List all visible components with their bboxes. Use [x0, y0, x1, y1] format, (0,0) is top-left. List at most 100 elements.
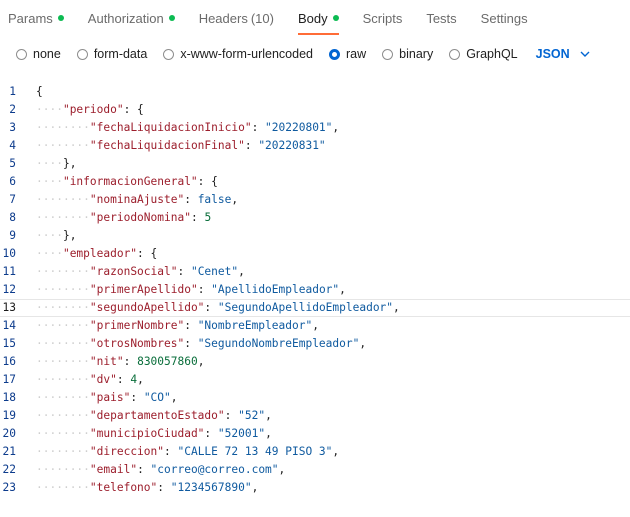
code-token: , — [238, 265, 245, 278]
code-token: "segundoApellido" — [89, 301, 205, 314]
code-token: "Cenet" — [190, 265, 239, 278]
code-token: "nit" — [89, 355, 124, 368]
code-token: "empleador" — [62, 247, 138, 260]
code-token: , — [137, 373, 144, 386]
code-token: "SegundoApellidoEmpleador" — [217, 301, 394, 314]
code-text: ········"primerApellido": "ApellidoEmple… — [36, 281, 630, 299]
code-token: : — [190, 211, 205, 224]
code-line[interactable]: 23 ········"telefono": "1234567890", — [0, 479, 630, 497]
code-line[interactable]: 20 ········"municipioCiudad": "52001", — [0, 425, 630, 443]
code-line[interactable]: 15 ········"otrosNombres": "SegundoNombre… — [0, 335, 630, 353]
code-token: : — [184, 319, 198, 332]
body-option-urlencoded[interactable]: x-www-form-urlencoded — [163, 47, 313, 61]
code-token: : { — [123, 103, 144, 116]
radio-selected-icon[interactable] — [329, 48, 340, 60]
body-option-form-data[interactable]: form-data — [76, 47, 148, 61]
indent-guide: ···· — [62, 121, 90, 134]
radio-icon[interactable] — [16, 48, 27, 60]
code-text: ········"departamentoEstado": "52", — [36, 407, 630, 425]
code-editor[interactable]: 1{2 ····"periodo": {3 ········"fechaLiquid… — [0, 83, 630, 517]
indent-guide: ···· — [62, 373, 90, 386]
line-number: 17 — [2, 373, 16, 386]
code-text: ········"email": "correo@correo.com", — [36, 461, 630, 479]
code-token: "SegundoNombreEmpleador" — [197, 337, 360, 350]
code-line[interactable]: 4 ········"fechaLiquidacionFinal": "20220… — [0, 137, 630, 155]
body-option-graphql[interactable]: GraphQL — [449, 47, 518, 61]
code-token: "email" — [89, 463, 138, 476]
radio-icon[interactable] — [76, 48, 88, 60]
code-line[interactable]: 10 ····"empleador": { — [0, 245, 630, 263]
body-type-options: none form-data x-www-form-urlencoded raw… — [0, 36, 630, 72]
code-line[interactable]: 3 ········"fechaLiquidacionInicio": "2022… — [0, 119, 630, 137]
code-line[interactable]: 13 ········"segundoApellido": "SegundoApe… — [0, 299, 630, 317]
code-token: : — [157, 481, 171, 494]
code-text: ········"nit": 830057860, — [36, 353, 630, 371]
status-dot-icon — [57, 15, 64, 21]
line-number: 15 — [2, 337, 16, 350]
code-line[interactable]: 8 ········"periodoNomina": 5 — [0, 209, 630, 227]
tab-body[interactable]: Body — [286, 0, 351, 36]
indent-guide: ···· — [36, 319, 63, 332]
indent-guide: ···· — [62, 463, 90, 476]
code-line[interactable]: 17 ········"dv": 4, — [0, 371, 630, 389]
language-select[interactable]: JSON — [536, 47, 590, 61]
indent-guide: ···· — [36, 211, 63, 224]
code-token: , — [339, 283, 346, 296]
tab-authorization[interactable]: Authorization — [76, 0, 187, 36]
code-line[interactable]: 7 ········"nominaAjuste": false, — [0, 191, 630, 209]
line-number: 16 — [2, 355, 16, 368]
tab-label: Scripts — [362, 10, 403, 26]
code-text: ····"periodo": { — [36, 101, 630, 119]
code-text: ········"segundoApellido": "SegundoApell… — [36, 299, 630, 317]
indent-guide: ···· — [36, 139, 63, 152]
code-line[interactable]: 18 ········"pais": "CO", — [0, 389, 630, 407]
code-token: : — [137, 463, 151, 476]
code-line[interactable]: 19 ········"departamentoEstado": "52", — [0, 407, 630, 425]
body-option-none[interactable]: none — [16, 47, 61, 61]
body-option-raw[interactable]: raw — [329, 47, 366, 61]
language-label: JSON — [535, 47, 570, 61]
code-line[interactable]: 6 ····"informacionGeneral": { — [0, 173, 630, 191]
tab-headers[interactable]: Headers (10) — [187, 0, 286, 36]
code-line[interactable]: 11 ········"razonSocial": "Cenet", — [0, 263, 630, 281]
indent-guide: ···· — [36, 427, 63, 440]
body-option-binary[interactable]: binary — [382, 47, 433, 61]
tab-params[interactable]: Params — [0, 0, 76, 36]
tab-tests[interactable]: Tests — [414, 0, 468, 36]
code-token: "primerApellido" — [89, 283, 198, 296]
line-number: 18 — [2, 391, 16, 404]
code-line[interactable]: 1{ — [0, 83, 630, 101]
code-line[interactable]: 9 ····}, — [0, 227, 630, 245]
line-number: 19 — [2, 409, 16, 422]
indent-guide: ···· — [36, 157, 63, 170]
radio-icon[interactable] — [163, 48, 175, 60]
code-token: : { — [197, 175, 218, 188]
code-line[interactable]: 2 ····"periodo": { — [0, 101, 630, 119]
tab-settings[interactable]: Settings — [469, 0, 540, 36]
code-line[interactable]: 21 ········"direccion": "CALLE 72 13 49 P… — [0, 443, 630, 461]
indent-guide: ···· — [36, 121, 63, 134]
code-token: : — [123, 355, 138, 368]
code-token: "NombreEmpleador" — [197, 319, 313, 332]
code-token: "1234567890" — [170, 481, 252, 494]
code-line[interactable]: 12 ········"primerApellido": "ApellidoEmp… — [0, 281, 630, 299]
indent-guide: ···· — [62, 139, 90, 152]
status-dot-icon — [168, 15, 175, 21]
code-line[interactable]: 22 ········"email": "correo@correo.com", — [0, 461, 630, 479]
code-line[interactable]: 16 ········"nit": 830057860, — [0, 353, 630, 371]
indent-guide: ···· — [36, 445, 63, 458]
indent-guide: ···· — [62, 391, 90, 404]
indent-guide: ···· — [36, 301, 63, 314]
indent-guide: ···· — [36, 355, 63, 368]
code-token: "telefono" — [89, 481, 158, 494]
code-token: : — [224, 409, 239, 422]
line-number: 3 — [9, 121, 16, 134]
tab-scripts[interactable]: Scripts — [351, 0, 415, 36]
option-label: form-data — [93, 47, 148, 61]
radio-icon[interactable] — [382, 48, 394, 60]
code-line[interactable]: 5 ····}, — [0, 155, 630, 173]
code-line[interactable]: 14 ········"primerNombre": "NombreEmplead… — [0, 317, 630, 335]
radio-icon[interactable] — [449, 48, 461, 60]
indent-guide: ···· — [62, 337, 90, 350]
indent-guide: ···· — [36, 481, 63, 494]
